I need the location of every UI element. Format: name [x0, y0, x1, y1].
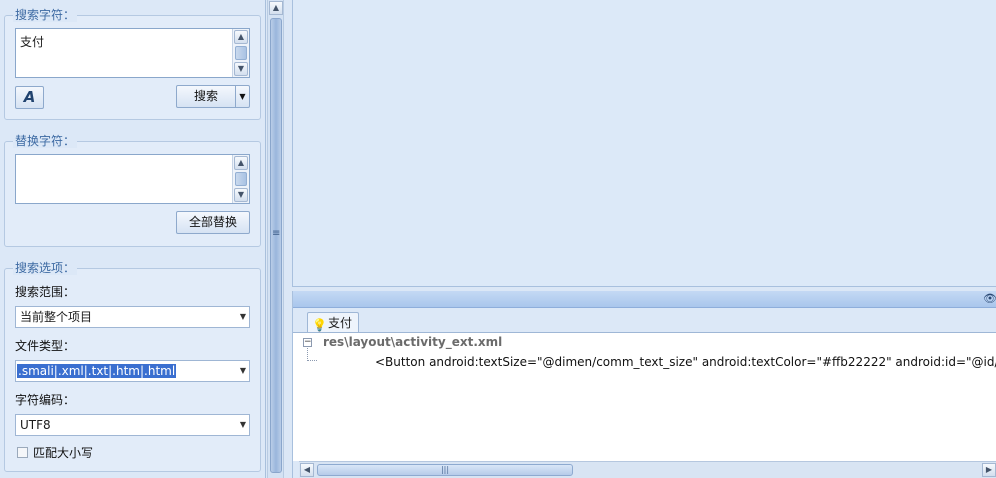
chevron-down-icon[interactable]: ▼ [240, 415, 246, 435]
hscroll-thumb[interactable]: ||| [317, 464, 573, 476]
match-case-checkbox[interactable] [17, 447, 28, 458]
chevron-down-icon[interactable]: ▼ [235, 86, 249, 107]
tab-results-label: 支付 [328, 316, 353, 330]
scroll-left-icon[interactable]: ◀ [300, 463, 314, 477]
font-button[interactable]: A [15, 86, 44, 109]
filetype-value: .smali|.xml|.txt|.htm|.html [17, 364, 177, 378]
results-tree: − res\layout\activity_ext.xml <Button an… [293, 333, 996, 461]
tree-collapse-icon[interactable]: − [303, 338, 312, 347]
search-input[interactable]: 支付 ▲ ▼ [15, 28, 250, 78]
replace-group-title: 替换字符： [13, 134, 78, 148]
results-header: 👁 [293, 291, 996, 308]
replace-input-scrollbar[interactable]: ▲ ▼ [232, 155, 249, 203]
scroll-up-icon[interactable]: ▲ [234, 156, 248, 170]
replace-all-button[interactable]: 全部替换 [176, 211, 250, 234]
replace-input[interactable]: ▲ ▼ [15, 154, 250, 204]
scroll-thumb[interactable] [235, 46, 247, 60]
search-button-label: 搜索 [193, 89, 218, 103]
match-case-label: 匹配大小写 [33, 446, 94, 460]
search-group-title: 搜索字符： [13, 8, 78, 22]
replace-group: 替换字符： ▲ ▼ 全部替换 [4, 134, 261, 247]
filetype-label: 文件类型： [15, 339, 76, 353]
scroll-up-icon[interactable]: ▲ [234, 30, 248, 44]
filetype-select[interactable]: .smali|.xml|.txt|.htm|.html ▼ [15, 360, 250, 382]
search-group: 搜索字符： 支付 ▲ ▼ A 搜索 ▼ [4, 8, 261, 120]
results-hscrollbar[interactable]: ◀ ||| ▶ [299, 461, 996, 478]
chevron-down-icon[interactable]: ▼ [240, 361, 246, 381]
tab-results[interactable]: 💡 支付 [307, 312, 359, 333]
tree-connector [307, 348, 317, 361]
font-icon: A [23, 88, 36, 106]
search-input-scrollbar[interactable]: ▲ ▼ [232, 29, 249, 77]
result-match-line[interactable]: <Button android:textSize="@dimen/comm_te… [375, 355, 996, 369]
scope-label: 搜索范围： [15, 285, 76, 299]
scope-select[interactable]: 当前整个项目 ▼ [15, 306, 250, 328]
encoding-label: 字符编码： [15, 393, 76, 407]
scroll-up-icon[interactable]: ▲ [269, 1, 283, 15]
grip-icon: ≡ [272, 228, 281, 239]
results-panel: 👁 💡 支付 − res\layout\activity_ext.xml <Bu… [292, 291, 996, 478]
chevron-down-icon[interactable]: ▼ [240, 307, 246, 327]
splitter-thumb[interactable] [270, 18, 282, 473]
editor-area [292, 0, 996, 287]
panel-splitter[interactable]: ▲ ≡ [267, 0, 284, 478]
options-group: 搜索选项： 搜索范围： 当前整个项目 ▼ 文件类型： .smali|.xml|.… [4, 261, 261, 472]
result-file-node[interactable]: res\layout\activity_ext.xml [323, 335, 502, 349]
eye-icon[interactable]: 👁 [983, 292, 996, 305]
scroll-thumb[interactable] [235, 172, 247, 186]
search-input-text: 支付 [20, 35, 45, 49]
encoding-select[interactable]: UTF8 ▼ [15, 414, 250, 436]
scope-value: 当前整个项目 [20, 310, 93, 324]
thumb-grip-icon: ||| [440, 465, 450, 474]
scroll-down-icon[interactable]: ▼ [234, 188, 248, 202]
scroll-right-icon[interactable]: ▶ [982, 463, 996, 477]
encoding-value: UTF8 [20, 418, 51, 432]
options-group-title: 搜索选项： [13, 261, 78, 275]
search-button[interactable]: 搜索 ▼ [176, 85, 250, 108]
scroll-down-icon[interactable]: ▼ [234, 62, 248, 76]
search-panel: 搜索字符： 支付 ▲ ▼ A 搜索 ▼ 替换字符： ▲ ▼ 全部替换 搜索选项：… [0, 0, 266, 478]
